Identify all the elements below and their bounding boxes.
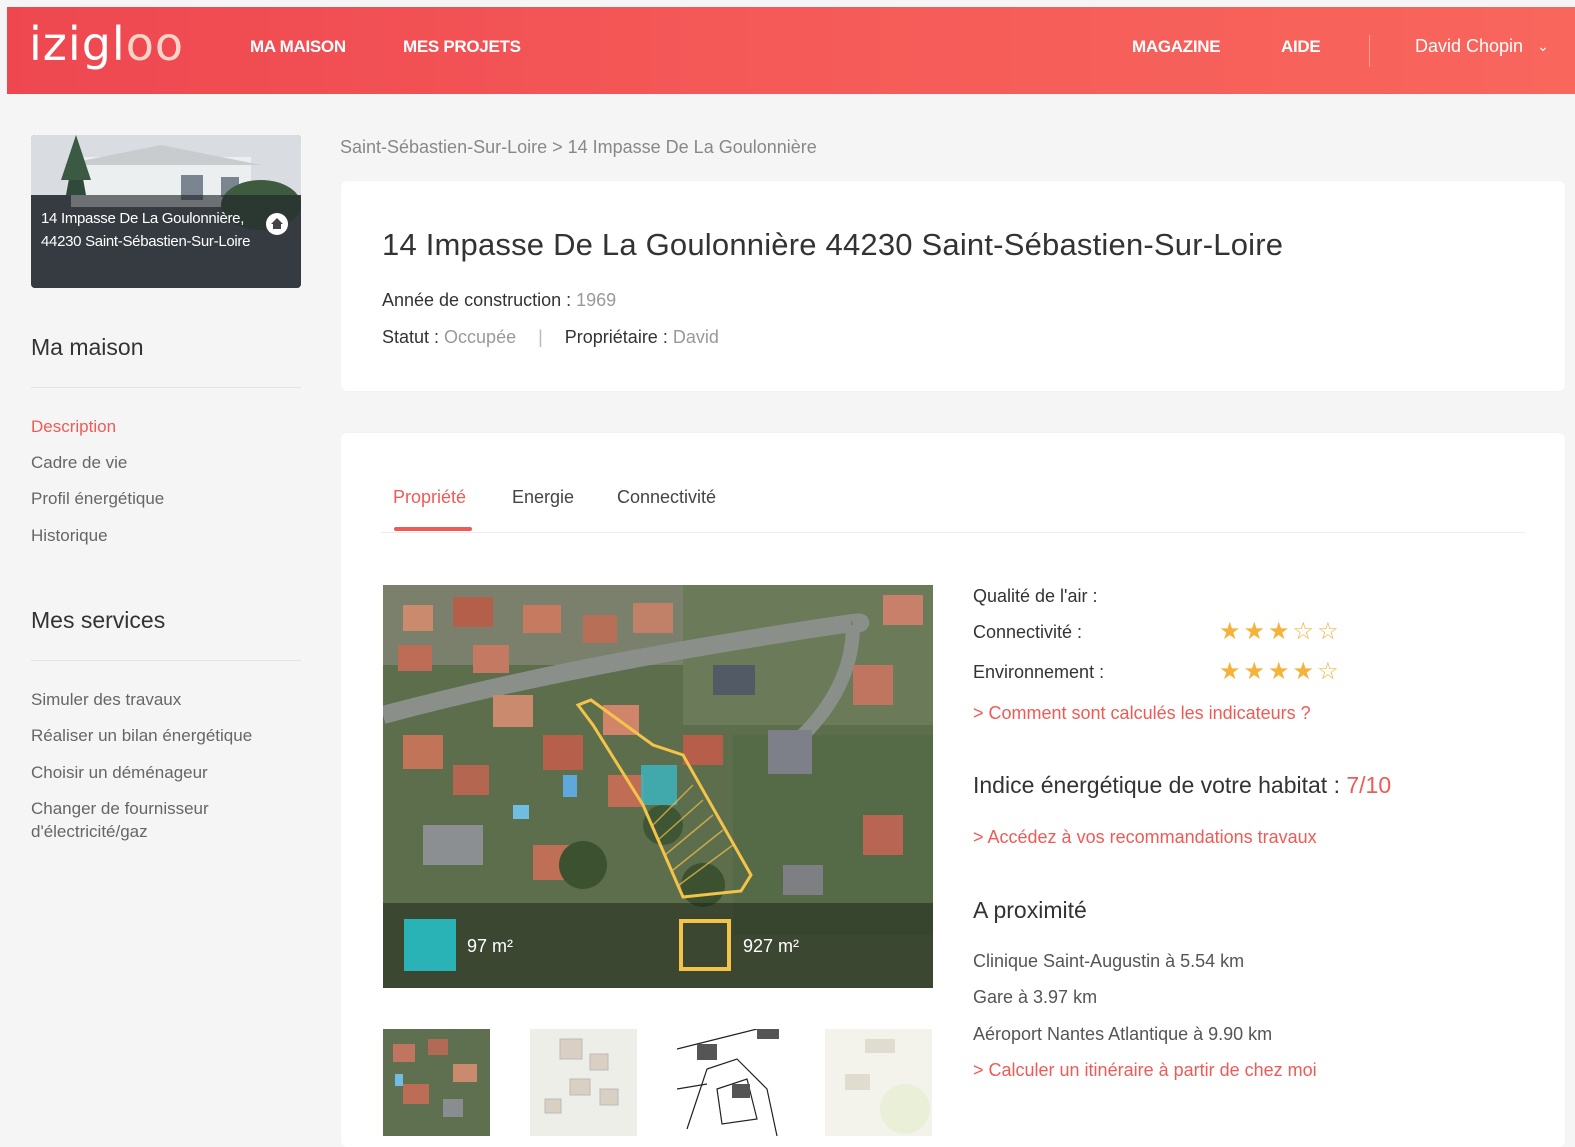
house-area-swatch [404, 919, 456, 971]
sidebar-item-simuler-travaux[interactable]: Simuler des travaux [31, 688, 181, 711]
property-summary-card: 14 Impasse De La Goulonnière 44230 Saint… [341, 181, 1565, 391]
home-icon[interactable] [266, 213, 288, 235]
izigloo-logo[interactable]: izigloo [29, 17, 184, 71]
energy-index-heading: Indice énergétique de votre habitat : 7/… [973, 772, 1392, 798]
page-title: 14 Impasse De La Goulonnière 44230 Saint… [382, 227, 1284, 262]
sidebar-divider [31, 660, 301, 661]
sidebar-item-demenageur[interactable]: Choisir un déménageur [31, 761, 208, 784]
sidebar-divider [31, 387, 301, 388]
tab-propriete[interactable]: Propriété [393, 487, 466, 508]
recommendations-link[interactable]: > Accédez à vos recommandations travaux [973, 827, 1317, 848]
status-owner-line: Statut : Occupée | Propriétaire : David [382, 327, 719, 347]
active-tab-indicator [394, 527, 472, 531]
nearby-item: Gare à 3.97 km [973, 987, 1098, 1007]
star-empty-icon: ☆ [1317, 618, 1342, 645]
property-detail-card: Propriété Energie Connectivité 97 m² 927… [341, 433, 1565, 1147]
sidebar-title-ma-maison: Ma maison [31, 334, 144, 360]
star-filled-icon: ★ [1292, 658, 1318, 685]
sidebar-item-bilan-energetique[interactable]: Réaliser un bilan énergétique [31, 724, 252, 747]
connectivity-rating: ★★★☆☆ [1219, 620, 1342, 644]
star-filled-icon: ★ [1243, 618, 1269, 645]
house-address: 14 Impasse De La Goulonnière, 44230 Sain… [41, 210, 251, 250]
plot-area-label: 927 m² [743, 936, 800, 956]
nearby-heading: A proximité [973, 897, 1087, 923]
star-filled-icon: ★ [1268, 618, 1293, 645]
star-empty-icon: ☆ [1292, 618, 1318, 645]
energy-score: 7/10 [1346, 772, 1392, 798]
nav-magazine[interactable]: MAGAZINE [1132, 37, 1221, 57]
air-quality-label: Qualité de l'air : [973, 586, 1098, 606]
connectivity-label: Connectivité : [973, 622, 1083, 642]
sidebar-item-historique[interactable]: Historique [31, 524, 108, 547]
star-filled-icon: ★ [1219, 618, 1244, 645]
star-filled-icon: ★ [1243, 658, 1269, 685]
construction-year: Année de construction : 1969 [382, 290, 617, 310]
user-menu[interactable]: David Chopin ⌄ [1415, 36, 1549, 57]
sidebar-title-mes-services: Mes services [31, 607, 166, 633]
aerial-map[interactable]: 97 m² 927 m² [383, 585, 933, 988]
owner-value: David [672, 327, 719, 347]
sidebar-item-profil-energetique[interactable]: Profil énergétique [31, 487, 164, 510]
plot-area-swatch [679, 919, 731, 971]
map-thumbnail-cadastre[interactable] [677, 1029, 784, 1136]
tab-bar: Propriété Energie Connectivité [381, 485, 1525, 533]
nav-divider [1369, 35, 1370, 67]
tab-energie[interactable]: Energie [512, 487, 574, 508]
map-legend-bar [383, 903, 933, 988]
top-header: izigloo MA MAISON MES PROJETS MAGAZINE A… [7, 7, 1575, 94]
sidebar-item-cadre-de-vie[interactable]: Cadre de vie [31, 451, 127, 474]
chevron-down-icon: ⌄ [1537, 38, 1549, 54]
sidebar-item-description[interactable]: Description [31, 415, 116, 438]
status-value: Occupée [444, 327, 517, 347]
tab-connectivite[interactable]: Connectivité [617, 487, 716, 508]
user-name: David Chopin [1415, 36, 1524, 56]
nav-mes-projets[interactable]: MES PROJETS [403, 37, 521, 57]
environment-label: Environnement : [973, 662, 1105, 682]
map-thumbnail-map[interactable] [825, 1029, 932, 1136]
star-empty-icon: ☆ [1317, 658, 1342, 685]
house-area-label: 97 m² [467, 936, 514, 956]
nearby-item: Aéroport Nantes Atlantique à 9.90 km [973, 1024, 1273, 1044]
environment-rating: ★★★★☆ [1219, 660, 1342, 684]
star-filled-icon: ★ [1268, 658, 1293, 685]
house-card[interactable]: 14 Impasse De La Goulonnière, 44230 Sain… [31, 135, 301, 288]
sidebar-item-fournisseur[interactable]: Changer de fournisseur d'électricité/gaz [31, 797, 281, 843]
map-thumbnail-plan[interactable] [530, 1029, 637, 1136]
star-filled-icon: ★ [1219, 658, 1244, 685]
itinerary-link[interactable]: > Calculer un itinéraire à partir de che… [973, 1060, 1317, 1081]
nearby-item: Clinique Saint-Augustin à 5.54 km [973, 951, 1245, 971]
map-thumbnail-aerial[interactable] [383, 1029, 490, 1136]
indicators-info-link[interactable]: > Comment sont calculés les indicateurs … [973, 703, 1311, 724]
nav-ma-maison[interactable]: MA MAISON [250, 37, 346, 57]
nav-aide[interactable]: AIDE [1281, 37, 1321, 57]
breadcrumb[interactable]: Saint-Sébastien-Sur-Loire > 14 Impasse D… [340, 137, 817, 158]
